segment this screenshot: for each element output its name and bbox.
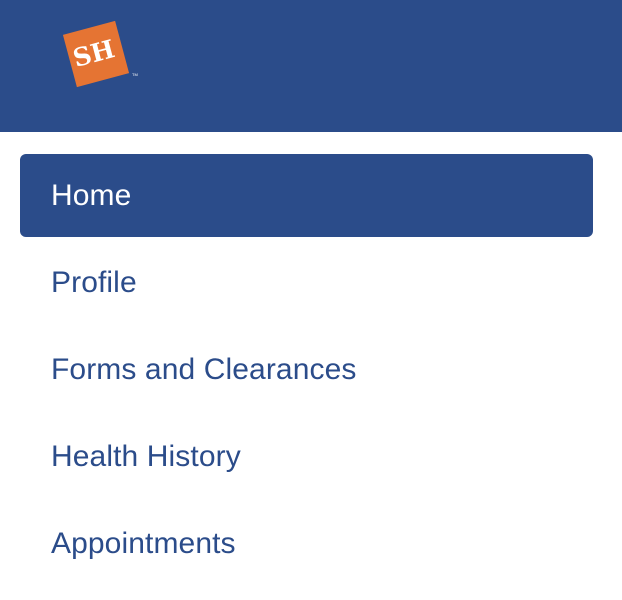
nav-item-health-history[interactable]: Health History: [20, 415, 593, 498]
nav-item-profile[interactable]: Profile: [20, 241, 593, 324]
nav-item-label: Forms and Clearances: [51, 352, 357, 386]
top-header: SH TM: [0, 0, 622, 132]
nav-item-appointments[interactable]: Appointments: [20, 502, 593, 585]
nav-item-label: Appointments: [51, 526, 236, 560]
university-logo[interactable]: SH TM: [60, 20, 140, 90]
nav-item-forms-and-clearances[interactable]: Forms and Clearances: [20, 328, 593, 411]
logo-mark: SH TM: [62, 20, 138, 88]
nav-item-home[interactable]: Home: [20, 154, 593, 237]
trademark-label: TM: [132, 72, 138, 77]
nav-item-label: Home: [51, 178, 132, 212]
nav-item-label: Health History: [51, 439, 241, 473]
nav-item-label: Profile: [51, 265, 137, 299]
main-nav: Home Profile Forms and Clearances Health…: [20, 154, 593, 589]
